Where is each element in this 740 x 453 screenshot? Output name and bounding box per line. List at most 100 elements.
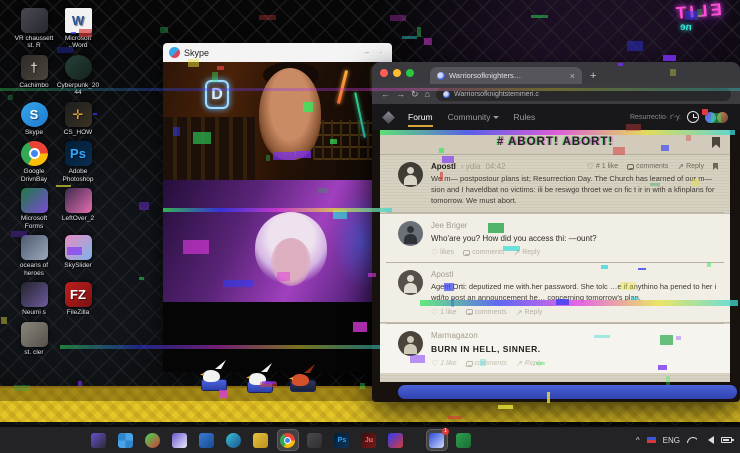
battery-icon[interactable] [721,437,732,443]
nav-tab-community[interactable]: Community [448,112,499,122]
bookmark-icon[interactable] [712,137,720,148]
post-actions: 1 like comments Reply [430,359,718,368]
desktop-icon-filezilla[interactable]: FZFileZilla [56,282,100,316]
post-author[interactable]: Apostl [431,270,453,279]
taskbar-icon-notes[interactable] [305,430,325,450]
close-window-button[interactable] [380,69,388,77]
start-button-icon [118,433,133,448]
glitch-block [183,240,209,254]
desktop-icon-statue[interactable]: st. cler [12,322,56,356]
language-indicator[interactable]: ENG [663,436,680,445]
desktop-icon-crucifix[interactable]: †Cachimbo [12,55,56,97]
skype-titlebar[interactable]: Skype – · [163,43,392,62]
taskbar-icon-office[interactable] [197,430,217,450]
volume-icon[interactable] [704,436,714,444]
comments-button[interactable]: comments [463,249,504,256]
nav-tab-forum[interactable]: Forum [408,112,433,127]
comments-button[interactable]: comments [465,360,507,367]
reply-button[interactable]: Reply [515,359,543,368]
comments-button[interactable]: comments [627,163,668,170]
new-tab-button[interactable]: + [590,70,596,82]
reload-icon[interactable]: ↻ [411,89,419,100]
post-meta: › ydia [461,162,481,171]
taskbar-icon-media[interactable] [386,430,406,450]
post-author[interactable]: Apostl [431,162,456,171]
desktop-icon-label: Neumi s [12,309,56,316]
cyberpunk-icon [65,55,92,80]
post-author[interactable]: Marmagazon [431,331,478,340]
reply-icon [516,308,523,317]
reply-button[interactable]: Reply [677,162,704,171]
photoshop-icon: Ps [65,141,92,166]
avatar[interactable] [398,221,423,246]
taskbar-icon-sheets[interactable] [454,430,474,450]
taskbar-icon-search[interactable] [143,430,163,450]
taskbar-icon-file-explorer[interactable] [251,430,271,450]
desktop-icon-grid: VR chaussett st. RWMicrosoft ..Word†Cach… [12,8,104,356]
desktop-icon-chrome-drive[interactable]: Google DrivnBay [12,141,56,183]
desktop-icon-cyberpunk[interactable]: Cyberpunk_2044 [56,55,100,97]
woman-face [271,238,311,286]
like-button[interactable]: # 1 like [587,162,618,171]
desktop-icon-skype[interactable]: SSkype [12,102,56,136]
desktop-icon-forms[interactable]: Microsoft Forms [12,188,56,230]
like-button[interactable]: 1 like [431,308,457,317]
taskbar-icon-mail[interactable] [170,430,190,450]
photoshop-glyph: Ps [70,147,86,160]
minimize-window-button[interactable] [393,69,401,77]
taskbar-icon-photoshop[interactable]: Ps [332,430,352,450]
wallpaper-neon-glitch-text: ELIT [672,0,722,24]
taskbar-icon-adobe[interactable]: Ju [359,430,379,450]
thread-title: # ABORT! ABORT! [497,136,613,148]
comments-button[interactable]: comments [466,309,507,316]
like-button[interactable]: likes [431,248,454,257]
post-author[interactable]: Jee Briger [431,221,467,230]
desktop-icon-shield[interactable]: Neumi s [12,282,56,316]
widget-icon [91,433,106,448]
reply-button[interactable]: Reply [513,248,540,257]
video-feed-woman-purple [163,180,392,302]
bookmark-icon[interactable] [713,163,718,170]
avatar[interactable] [717,112,728,123]
reply-button[interactable]: Reply [516,308,543,317]
forum-thread-page: # ABORT! ABORT! Apostl › ydia 04:42 # 1 … [380,130,730,382]
browser-tab[interactable]: Warriorsofknighters… × [430,67,582,84]
window-traffic-lights[interactable] [380,69,414,77]
desktop-icon-leftover[interactable]: LeftOver_2 [56,188,100,230]
avatar[interactable] [398,162,423,187]
system-tray: ^ ENG [636,436,732,445]
maximize-window-button[interactable] [406,69,414,77]
language-flag-icon [647,437,656,443]
taskbar-icon-widget[interactable] [89,430,109,450]
like-button[interactable]: 1 like [430,359,457,368]
desktop-icon-label: CS_HOW [56,129,100,136]
tray-chevron-icon[interactable]: ^ [636,436,640,445]
desktop-icon-cs-how[interactable]: ✛CS_HOW [56,102,100,136]
back-icon[interactable]: ← [381,89,390,99]
desktop-icon-photoshop[interactable]: PsAdobe Photoshop [56,141,100,183]
avatar[interactable] [398,331,423,356]
address-bar[interactable]: Warriorsofknightstemmeri.c [436,88,731,101]
avatar[interactable] [705,112,716,123]
taskbar-icon-chrome[interactable] [278,430,298,450]
skype-window-controls[interactable]: – · [365,48,386,57]
tab-close-icon[interactable]: × [570,71,575,81]
reply-icon [677,162,684,171]
chevron-down-icon [493,116,499,122]
desktop-icon-skyslider[interactable]: SkySlider [56,235,100,277]
skype-icon: S [21,102,48,127]
taskbar-icon-game-client[interactable]: 1 [427,430,447,450]
desktop-icon-heroes[interactable]: oceans of heroes [12,235,56,277]
forum-post: Apostl › ydia 04:42 # 1 like comments Re… [380,155,730,212]
desktop-icon-word[interactable]: WMicrosoft ..Word [56,8,100,50]
crucifix-icon: † [21,55,48,80]
home-icon[interactable]: ⌂ [425,89,430,99]
avatar[interactable] [398,270,423,295]
taskbar-icon-start-button[interactable] [116,430,136,450]
wifi-icon[interactable] [687,437,697,443]
taskbar-icon-edge-browser[interactable] [224,430,244,450]
glitch-block [139,277,143,280]
nav-tab-rules[interactable]: Rules [514,112,536,122]
forward-icon[interactable]: → [396,89,405,99]
desktop-icon-vr-headset[interactable]: VR chaussett st. R [12,8,56,50]
